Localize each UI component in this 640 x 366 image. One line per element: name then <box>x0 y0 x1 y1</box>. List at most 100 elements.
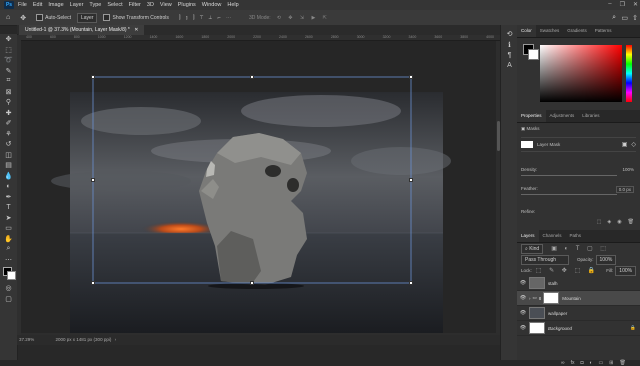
color-field[interactable] <box>540 45 622 102</box>
blend-mode-dropdown[interactable]: Pass Through <box>521 254 569 265</box>
tab-color[interactable]: Color <box>517 25 536 37</box>
show-transform-checkbox[interactable]: Show Transform Controls <box>103 14 169 21</box>
hand-tool-icon[interactable]: ✋ <box>0 234 17 245</box>
gradient-tool-icon[interactable]: ▤ <box>0 160 17 171</box>
eyedropper-tool-icon[interactable]: ⚲ <box>0 97 17 108</box>
vector-mask-icon[interactable]: ◇ <box>631 141 636 148</box>
select-pixel-mask-icon[interactable]: ▣ <box>622 141 628 148</box>
menu-file[interactable]: File <box>18 2 27 8</box>
menu-filter[interactable]: Filter <box>129 2 141 8</box>
dodge-tool-icon[interactable]: ◐ <box>0 181 17 192</box>
layer-row-stalh[interactable]: 👁 stalh <box>517 276 640 291</box>
rectangle-tool-icon[interactable]: ▭ <box>0 223 17 234</box>
menu-plugins[interactable]: Plugins <box>178 2 196 8</box>
chevron-right-icon[interactable]: › <box>529 296 531 301</box>
transform-handle[interactable] <box>91 281 95 285</box>
brush-tool-icon[interactable]: ✐ <box>0 118 17 129</box>
trash-icon[interactable]: 🗑 <box>628 219 634 225</box>
new-group-icon[interactable]: ▭ <box>599 360 604 366</box>
filter-icons[interactable]: ▣ ◐ T ▢ ⬚ <box>551 245 609 252</box>
eye-icon[interactable]: 👁 <box>517 280 529 286</box>
feather-value[interactable]: 0.0 px <box>615 186 634 193</box>
crop-tool-icon[interactable]: ⌗ <box>0 76 17 87</box>
eye-icon[interactable]: 👁 <box>517 325 529 331</box>
layer-name[interactable]: Background <box>548 326 572 331</box>
tab-channels[interactable]: Channels <box>539 230 566 242</box>
zoom-tool-icon[interactable]: ⌕ <box>0 244 17 255</box>
history-brush-icon[interactable]: ↺ <box>0 139 17 150</box>
menu-layer[interactable]: Layer <box>70 2 84 8</box>
info-panel-icon[interactable]: ℹ <box>501 40 518 51</box>
layer-row-mountain[interactable]: 👁 › ▭ 8 Mountain <box>517 291 640 306</box>
path-select-icon[interactable]: ➤ <box>0 213 17 224</box>
pen-tool-icon[interactable]: ✒ <box>0 192 17 203</box>
maximize-button[interactable]: ❐ <box>620 1 625 8</box>
menu-image[interactable]: Image <box>48 2 63 8</box>
auto-select-checkbox[interactable]: Auto-Select <box>36 14 71 21</box>
menu-help[interactable]: Help <box>227 2 238 8</box>
layer-name[interactable]: stalh <box>548 281 558 286</box>
tab-libraries[interactable]: Libraries <box>578 110 603 122</box>
document-tab[interactable]: Untitled-1 @ 37.3% (Mountain, Layer Mask… <box>19 25 145 35</box>
menu-edit[interactable]: Edit <box>33 2 42 8</box>
align-icons[interactable]: ⫿ ⫾ ⫿ ⊤ ⊥ ⊢ ⋯ <box>179 15 233 21</box>
layer-dropdown[interactable]: Layer <box>76 12 98 23</box>
close-tab-icon[interactable]: ✕ <box>134 27 138 33</box>
quick-mask-icon[interactable]: ◎ <box>0 283 17 294</box>
mask-thumbnail[interactable] <box>543 292 560 304</box>
layer-name[interactable]: Mountain <box>562 296 581 301</box>
transform-handle[interactable] <box>91 178 95 182</box>
transform-handle[interactable] <box>409 178 413 182</box>
density-slider[interactable] <box>521 175 617 176</box>
screen-mode-icon[interactable]: ▢ <box>0 294 17 305</box>
healing-brush-icon[interactable]: ✚ <box>0 108 17 119</box>
transform-handle[interactable] <box>91 75 95 79</box>
add-mask-icon[interactable]: ◘ <box>580 360 583 366</box>
move-tool-icon[interactable]: ✥ <box>20 14 26 22</box>
share-icon[interactable]: ⇧ <box>632 14 638 22</box>
tab-properties[interactable]: Properties <box>517 110 546 122</box>
more-tools-icon[interactable]: ⋯ <box>0 255 17 266</box>
layer-row-wallpaper[interactable]: 👁 wallpaper <box>517 306 640 321</box>
visibility-icon[interactable]: ◉ <box>617 219 621 225</box>
search-icon[interactable]: ⌕ <box>612 14 616 22</box>
menu-type[interactable]: Type <box>89 2 101 8</box>
blur-tool-icon[interactable]: 💧 <box>0 171 17 182</box>
apply-mask-icon[interactable]: ◈ <box>607 219 611 225</box>
document-info[interactable]: 2000 px x 1481 px (300 ppi) <box>56 337 112 342</box>
link-layers-icon[interactable]: ∞ <box>561 360 565 366</box>
paragraph-panel-icon[interactable]: ¶ <box>501 50 518 61</box>
minimize-button[interactable]: – <box>608 1 611 8</box>
layer-row-background[interactable]: 👁 Background 🔒 <box>517 321 640 336</box>
feather-slider[interactable] <box>521 194 617 195</box>
quick-select-tool-icon[interactable]: ✎ <box>0 66 17 77</box>
canvas-area[interactable] <box>21 41 496 335</box>
transform-handle[interactable] <box>250 75 254 79</box>
chevron-right-icon[interactable]: › <box>115 337 117 342</box>
menu-window[interactable]: Window <box>202 2 222 8</box>
background-swatch[interactable] <box>528 49 539 60</box>
character-panel-icon[interactable]: A <box>501 61 518 72</box>
menu-view[interactable]: View <box>160 2 172 8</box>
density-value[interactable]: 100% <box>622 167 634 172</box>
hue-slider[interactable] <box>626 45 632 102</box>
menu-select[interactable]: Select <box>107 2 122 8</box>
transform-handle[interactable] <box>250 281 254 285</box>
document-canvas[interactable] <box>21 41 496 335</box>
lock-icons[interactable]: ⬚ ✎ ✥ ⬚ 🔒 <box>536 267 599 274</box>
load-selection-icon[interactable]: ⬚ <box>597 219 602 225</box>
frame-tool-icon[interactable]: ⊠ <box>0 87 17 98</box>
home-icon[interactable]: ⌂ <box>6 14 10 21</box>
opacity-value[interactable]: 100% <box>595 254 617 265</box>
tab-swatches[interactable]: Swatches <box>536 25 564 37</box>
lock-icon[interactable]: 🔒 <box>630 325 636 331</box>
tab-patterns[interactable]: Patterns <box>591 25 616 37</box>
history-panel-icon[interactable]: ⟲ <box>501 29 518 40</box>
filter-kind-dropdown[interactable]: ⌕ Kind <box>521 243 544 254</box>
trash-icon[interactable]: 🗑 <box>619 360 625 366</box>
tab-paths[interactable]: Paths <box>566 230 586 242</box>
fill-value[interactable]: 100% <box>615 265 637 276</box>
eye-icon[interactable]: 👁 <box>517 310 529 316</box>
lasso-tool-icon[interactable]: ➰ <box>0 55 17 66</box>
artboard-tool-icon[interactable]: ⬚ <box>0 45 17 56</box>
